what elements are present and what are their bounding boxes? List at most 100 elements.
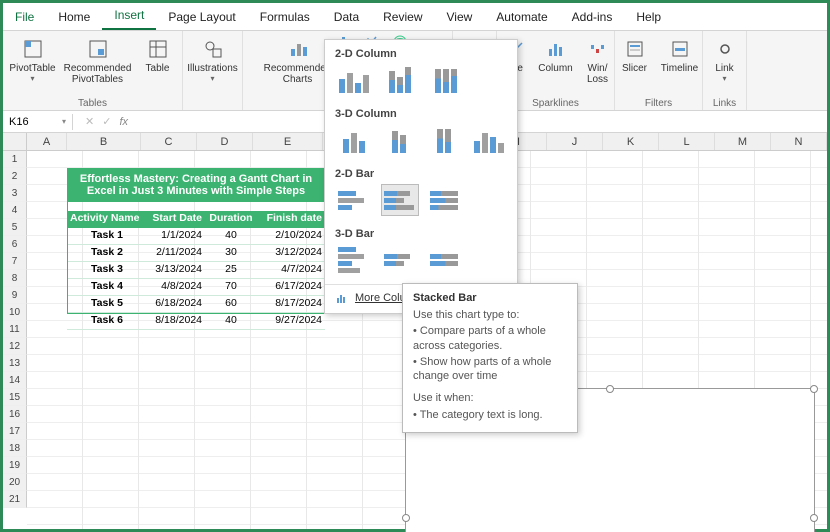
row-header[interactable]: 11	[3, 321, 27, 338]
th-start[interactable]: Start Date	[147, 211, 205, 228]
name-box[interactable]: K16▾	[3, 114, 73, 130]
row-header[interactable]: 15	[3, 389, 27, 406]
col-header-a[interactable]: A	[27, 133, 67, 150]
recommended-charts-button[interactable]: Recommended Charts	[263, 33, 333, 85]
row-header[interactable]: 14	[3, 372, 27, 389]
3d-stacked-bar-option[interactable]	[381, 244, 419, 276]
cell-start[interactable]: 2/11/2024	[147, 245, 205, 261]
resize-handle[interactable]	[810, 514, 818, 522]
row-header[interactable]: 9	[3, 287, 27, 304]
cell-activity[interactable]: Task 1	[67, 228, 147, 244]
th-activity[interactable]: Activity Name	[67, 211, 147, 228]
th-finish[interactable]: Finish date	[257, 211, 325, 228]
cell-duration[interactable]: 40	[205, 313, 257, 329]
col-header-e[interactable]: E	[253, 133, 323, 150]
clustered-bar-option[interactable]	[335, 184, 373, 216]
cell-duration[interactable]: 40	[205, 228, 257, 244]
tab-home[interactable]: Home	[46, 6, 102, 30]
cell-start[interactable]: 8/18/2024	[147, 313, 205, 329]
col-header-d[interactable]: D	[197, 133, 253, 150]
cell-activity[interactable]: Task 2	[67, 245, 147, 261]
cell-finish[interactable]: 8/17/2024	[257, 296, 325, 312]
3d-stacked-bar-100-option[interactable]	[427, 244, 465, 276]
cell-finish[interactable]: 3/12/2024	[257, 245, 325, 261]
cancel-icon[interactable]: ✕	[85, 115, 94, 128]
sparkline-column-button[interactable]: Column	[535, 33, 577, 74]
tab-page-layout[interactable]: Page Layout	[156, 6, 247, 30]
3d-stacked-column-option[interactable]	[380, 124, 417, 156]
row-header[interactable]: 10	[3, 304, 27, 321]
tab-insert[interactable]: Insert	[102, 4, 156, 30]
col-header-m[interactable]: M	[715, 133, 771, 150]
3d-clustered-bar-option[interactable]	[335, 244, 373, 276]
row-header[interactable]: 12	[3, 338, 27, 355]
row-header[interactable]: 4	[3, 202, 27, 219]
row-header[interactable]: 19	[3, 457, 27, 474]
tab-formulas[interactable]: Formulas	[248, 6, 322, 30]
stacked-bar-100-option[interactable]	[427, 184, 465, 216]
cell-duration[interactable]: 25	[205, 262, 257, 278]
cell-start[interactable]: 1/1/2024	[147, 228, 205, 244]
row-header[interactable]: 6	[3, 236, 27, 253]
resize-handle[interactable]	[402, 514, 410, 522]
enter-icon[interactable]: ✓	[102, 115, 111, 128]
col-header-l[interactable]: L	[659, 133, 715, 150]
table-button[interactable]: Table	[139, 33, 177, 74]
link-button[interactable]: Link▾	[707, 33, 743, 83]
row-header[interactable]: 3	[3, 185, 27, 202]
cell-duration[interactable]: 30	[205, 245, 257, 261]
cell-start[interactable]: 3/13/2024	[147, 262, 205, 278]
row-header[interactable]: 20	[3, 474, 27, 491]
3d-stacked-column-100-option[interactable]	[425, 124, 462, 156]
cell-start[interactable]: 4/8/2024	[147, 279, 205, 295]
resize-handle[interactable]	[810, 385, 818, 393]
row-header[interactable]: 21	[3, 491, 27, 508]
3d-column-option[interactable]	[470, 124, 507, 156]
row-header[interactable]: 2	[3, 168, 27, 185]
row-header[interactable]: 1	[3, 151, 27, 168]
cell-activity[interactable]: Task 5	[67, 296, 147, 312]
tab-view[interactable]: View	[435, 6, 485, 30]
cell-activity[interactable]: Task 3	[67, 262, 147, 278]
select-all-corner[interactable]	[3, 133, 27, 150]
sparkline-winloss-button[interactable]: Win/ Loss	[581, 33, 615, 85]
tab-automate[interactable]: Automate	[484, 6, 559, 30]
col-header-c[interactable]: C	[141, 133, 197, 150]
row-header[interactable]: 13	[3, 355, 27, 372]
clustered-column-option[interactable]	[335, 64, 373, 96]
tab-file[interactable]: File	[3, 6, 46, 30]
title-merged-cell[interactable]: Effortless Mastery: Creating a Gantt Cha…	[67, 168, 325, 202]
tab-help[interactable]: Help	[624, 6, 673, 30]
3d-clustered-column-option[interactable]	[335, 124, 372, 156]
cell-activity[interactable]: Task 4	[67, 279, 147, 295]
cell-finish[interactable]: 4/7/2024	[257, 262, 325, 278]
table-row[interactable]: Task 44/8/2024706/17/2024	[67, 279, 325, 296]
timeline-button[interactable]: Timeline	[658, 33, 702, 74]
stacked-column-100-option[interactable]	[427, 64, 465, 96]
table-row[interactable]: Task 33/13/2024254/7/2024	[67, 262, 325, 279]
cell-duration[interactable]: 60	[205, 296, 257, 312]
row-header[interactable]: 8	[3, 270, 27, 287]
table-row[interactable]: Task 22/11/2024303/12/2024	[67, 245, 325, 262]
cell-duration[interactable]: 70	[205, 279, 257, 295]
resize-handle[interactable]	[606, 385, 614, 393]
pivottable-button[interactable]: PivotTable▾	[9, 33, 57, 83]
stacked-column-option[interactable]	[381, 64, 419, 96]
tab-data[interactable]: Data	[322, 6, 371, 30]
col-header-n[interactable]: N	[771, 133, 827, 150]
table-row[interactable]: Task 56/18/2024608/17/2024	[67, 296, 325, 313]
row-header[interactable]: 17	[3, 423, 27, 440]
fx-icon[interactable]: fx	[119, 116, 128, 128]
cell-start[interactable]: 6/18/2024	[147, 296, 205, 312]
row-header[interactable]: 18	[3, 440, 27, 457]
slicer-button[interactable]: Slicer	[616, 33, 654, 74]
recommended-pivottables-button[interactable]: Recommended PivotTables	[61, 33, 135, 85]
table-row[interactable]: Task 11/1/2024402/10/2024	[67, 228, 325, 245]
table-row[interactable]: Task 68/18/2024409/27/2024	[67, 313, 325, 330]
col-header-j[interactable]: J	[547, 133, 603, 150]
cell-activity[interactable]: Task 6	[67, 313, 147, 329]
tab-addins[interactable]: Add-ins	[560, 6, 625, 30]
col-header-b[interactable]: B	[67, 133, 141, 150]
row-header[interactable]: 5	[3, 219, 27, 236]
cell-finish[interactable]: 2/10/2024	[257, 228, 325, 244]
